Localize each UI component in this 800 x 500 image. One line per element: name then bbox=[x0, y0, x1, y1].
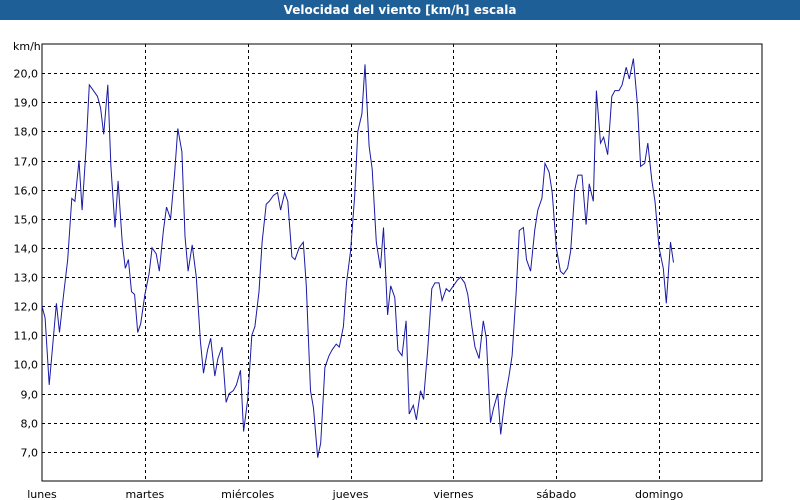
y-tick-label: 14,0 bbox=[14, 243, 39, 256]
y-tick-label: 8,0 bbox=[21, 418, 39, 431]
y-tick-label: 10,0 bbox=[14, 359, 39, 372]
y-tick-label: 12,0 bbox=[14, 301, 39, 314]
y-tick-label: 19,0 bbox=[14, 97, 39, 110]
x-tick-day-label: sábado bbox=[536, 488, 576, 500]
wind-speed-chart: 7,0 8,0 9,0 10,0 11,0 12,0 13,0 14,0 15,0 16,0 17,… bbox=[13, 40, 763, 500]
y-tick-label: 17,0 bbox=[14, 156, 39, 169]
y-tick-label: 20,0 bbox=[14, 68, 39, 81]
y-axis-unit-label: km/h bbox=[13, 40, 41, 53]
chart-title: Velocidad del viento [km/h] escala bbox=[283, 3, 517, 17]
x-tick-day-label: lunes bbox=[27, 488, 57, 500]
x-tick-day-label: viernes bbox=[433, 488, 473, 500]
x-tick-day-label: domingo bbox=[635, 488, 683, 500]
y-axis-ticks: 7,0 8,0 9,0 10,0 11,0 12,0 13,0 14,0 15,0 16,0 17,… bbox=[14, 68, 39, 460]
chart-title-bar: Velocidad del viento [km/h] escala bbox=[0, 0, 800, 20]
y-tick-label: 15,0 bbox=[14, 214, 39, 227]
y-tick-label: 18,0 bbox=[14, 126, 39, 139]
y-tick-label: 7,0 bbox=[21, 447, 39, 460]
x-tick-day-label: miércoles bbox=[221, 488, 274, 500]
x-axis-labels: lunes09/06/25martes10/06/25miércoles11/0… bbox=[27, 488, 683, 500]
x-tick-day-label: martes bbox=[125, 488, 164, 500]
y-tick-label: 13,0 bbox=[14, 272, 39, 285]
x-tick-day-label: jueves bbox=[332, 488, 369, 500]
y-tick-label: 16,0 bbox=[14, 185, 39, 198]
y-tick-label: 9,0 bbox=[21, 389, 39, 402]
y-tick-label: 11,0 bbox=[14, 330, 39, 343]
